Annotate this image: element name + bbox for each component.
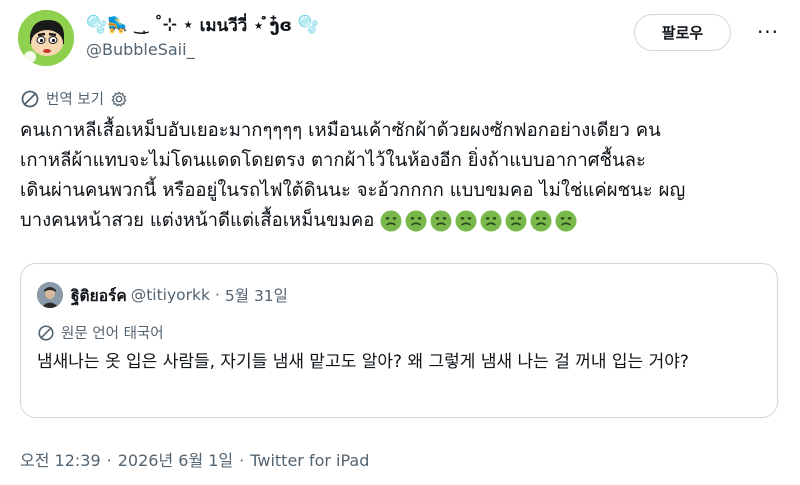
follow-button[interactable]: 팔로우 [634,14,731,51]
nauseated-face-icon [530,210,552,232]
nauseated-face-icon [430,210,452,232]
translate-label[interactable]: 번역 보기 [46,88,104,109]
quoted-tweet-text: 냄새나는 옷 입은 사람들, 자기들 냄새 맡고도 알아? 왜 그렇게 냄새 나… [37,352,689,372]
tweet-text: คนเกาหลีเสื้อเหม็บอับเยอะมากๆๆๆๆ เหมือนเ… [20,116,784,236]
nauseated-face-icon [455,210,477,232]
footer-separator: · [106,451,112,470]
more-options-button[interactable]: ··· [756,20,780,44]
tweet-footer: 오전 12:39 · 2026년 6월 1일 · Twitter for iPad [20,447,369,471]
quoted-translate-row[interactable]: 원문 언어 태국어 [37,322,164,343]
tweet-source[interactable]: Twitter for iPad [250,451,369,470]
nauseated-face-icon [555,210,577,232]
nauseated-face-icon [380,210,402,232]
tweet-line: เดินผ่านคนพวกนี้ หรืออยู่ในรถไฟใต้ดินนะ … [20,180,686,201]
more-icon: ··· [756,20,780,44]
tweet-line-last: บางคนหน้าสวย แต่งหน้าดีแต่เสื้อเหม็นขมคอ [20,206,784,236]
quoted-separator: · [214,286,220,304]
tweet-time[interactable]: 오전 12:39 [20,451,101,470]
gear-icon[interactable] [110,90,128,108]
nauseated-emoji-row [380,210,577,232]
footer-separator: · [239,451,245,470]
author-avatar[interactable] [18,10,74,66]
author-display-name[interactable]: 🫧🛼 ‿̩ ˚⊹ ⋆ เมนวีวี่ ⋆ ໍງ໋ɞ 🫧 [86,12,319,38]
quoted-tweet-header: ฐิติยอร์ค @titiyorkk · 5월 31일 [37,282,288,308]
nauseated-face-icon [505,210,527,232]
author-handle[interactable]: @BubbleSaii_ [86,40,195,59]
name-main: เมนวีวี่ ⋆ ໍງ໋ɞ [199,15,292,36]
tweet-date[interactable]: 2026년 6월 1일 [118,451,233,470]
translate-row[interactable]: 번역 보기 [20,88,128,109]
quoted-author-handle[interactable]: @titiyorkk [131,286,210,304]
quoted-translate-label: 원문 언어 태국어 [61,326,164,342]
tweet-line-last-text: บางคนหน้าสวย แต่งหน้าดีแต่เสื้อเหม็นขมคอ [20,210,375,231]
translate-globe-icon [21,90,39,107]
name-decoration-prefix: 🫧🛼 ‿̩ ˚⊹ ⋆ [86,15,194,35]
translate-globe-icon [38,324,54,341]
nauseated-face-icon [405,210,427,232]
quoted-tweet[interactable]: ฐิติยอร์ค @titiyorkk · 5월 31일 원문 언어 태국어 … [20,263,778,418]
name-decoration-suffix: 🫧 [297,15,320,35]
tweet-line: เกาหลีผ้าแทบจะไม่โดนแดดโดยตรง ตากผ้าไว้ใ… [20,150,646,171]
nauseated-face-icon [480,210,502,232]
quoted-author-avatar[interactable] [37,282,63,308]
tweet-line: คนเกาหลีเสื้อเหม็บอับเยอะมากๆๆๆๆ เหมือนเ… [20,120,661,141]
quoted-author-name[interactable]: ฐิติยอร์ค [71,283,127,308]
quoted-date[interactable]: 5월 31일 [225,284,288,306]
